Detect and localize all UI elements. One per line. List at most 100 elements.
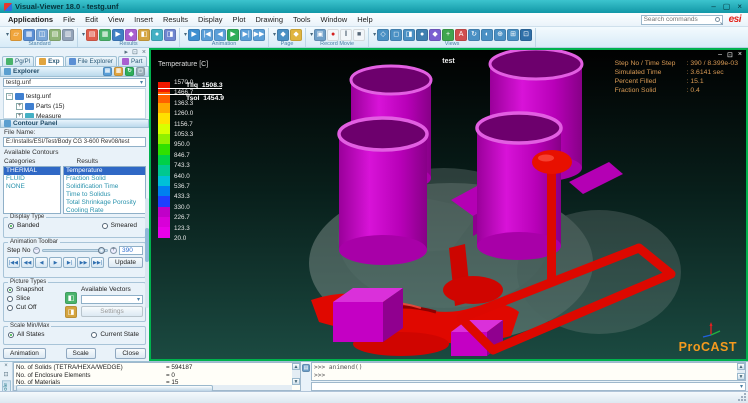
menu-item[interactable]: Results <box>158 15 193 24</box>
close-panel-button[interactable]: Close <box>115 348 146 359</box>
console-output[interactable]: No. of Solids (TETRA/HEXA/WEDGE)= 594187… <box>13 362 301 391</box>
update-button[interactable]: Update <box>108 257 143 268</box>
contour-icon[interactable]: ▤ <box>86 29 98 41</box>
category-item[interactable]: FLUID <box>4 175 60 183</box>
render-mode-icon[interactable]: ◆ <box>429 29 441 41</box>
xy-plot-icon[interactable]: ◨ <box>164 29 176 41</box>
viewport-minimize-icon[interactable]: – <box>718 51 722 59</box>
orbit-view-icon[interactable]: ◐ <box>481 29 493 41</box>
menu-item[interactable]: File <box>58 15 80 24</box>
menu-item[interactable]: Plot <box>228 15 251 24</box>
radio-icon[interactable] <box>102 223 108 229</box>
last-frame-icon[interactable]: ▶▶ <box>253 29 265 41</box>
group-overflow-icon[interactable]: ▾ <box>272 31 276 38</box>
vector-plot-icon[interactable]: ▶ <box>112 29 124 41</box>
axes-icon[interactable]: + <box>442 29 454 41</box>
result-item[interactable]: Temperature <box>64 167 145 175</box>
picture-type-option[interactable]: Cut Off <box>7 304 61 311</box>
refresh-icon[interactable]: ↻ <box>125 67 134 76</box>
radio-icon[interactable] <box>7 305 13 311</box>
animation-panel-icon[interactable]: ▶ <box>188 29 200 41</box>
annotation-icon[interactable]: A <box>455 29 467 41</box>
chevron-down-icon[interactable]: ▾ <box>140 79 143 86</box>
slice-tool-icon[interactable]: ◧ <box>65 292 77 304</box>
radio-icon[interactable] <box>91 332 97 338</box>
model-file-combobox[interactable]: testg.unf ▾ <box>3 78 146 87</box>
viewport-close-icon[interactable]: × <box>738 51 742 59</box>
viewport-restore-icon[interactable]: ⊡ <box>727 51 733 59</box>
tree-item-root[interactable]: − testg.unf <box>6 91 143 101</box>
console-close-icon[interactable]: × <box>4 363 8 369</box>
radio-icon[interactable] <box>8 223 14 229</box>
side-view-icon[interactable]: ◨ <box>403 29 415 41</box>
radio-icon[interactable] <box>7 287 13 293</box>
sort-icon[interactable]: ▥ <box>114 67 123 76</box>
category-item[interactable]: NONE <box>4 183 60 191</box>
menu-item[interactable]: Window <box>316 15 353 24</box>
prev-frame-icon[interactable]: ◀ <box>214 29 226 41</box>
panel-tab[interactable]: Exp <box>35 56 64 66</box>
playback-button[interactable]: ◀ <box>35 257 48 268</box>
scale-option[interactable]: All States <box>8 331 44 338</box>
notes-icon[interactable]: ◻ <box>136 67 145 76</box>
result-item[interactable]: Time to Solidus <box>64 191 145 199</box>
chevron-down-icon[interactable]: ▾ <box>738 383 745 390</box>
menu-item[interactable]: Edit <box>80 15 103 24</box>
dock-pin-icon[interactable]: ▸ <box>125 48 129 56</box>
expand-icon[interactable]: + <box>16 103 23 110</box>
file-name-field[interactable]: E:/Installs/ESI/Test/Body CG 3-600 Rev08… <box>3 137 146 147</box>
resize-grip[interactable] <box>738 393 746 401</box>
next-frame-icon[interactable]: ▶| <box>240 29 252 41</box>
rotate-view-icon[interactable]: ↻ <box>468 29 480 41</box>
slider-thumb[interactable] <box>98 247 105 254</box>
group-overflow-icon[interactable]: ▾ <box>183 31 187 38</box>
search-input[interactable] <box>644 16 715 23</box>
playback-button[interactable]: |◀◀ <box>7 257 20 268</box>
step-value-field[interactable] <box>119 246 143 255</box>
cutoff-tool-icon[interactable]: ◨ <box>65 306 77 318</box>
playback-button[interactable]: ▶| <box>63 257 76 268</box>
prev-page-icon[interactable]: ◆ <box>277 29 289 41</box>
collapse-icon[interactable]: − <box>6 93 13 100</box>
minimize-button[interactable]: – <box>711 2 715 11</box>
console-float-icon[interactable]: ⊡ <box>3 371 8 378</box>
playback-button[interactable]: ▶▶ <box>77 257 90 268</box>
display-type-option[interactable]: Banded <box>8 222 39 229</box>
stop-icon[interactable]: ■ <box>353 29 365 41</box>
iso-view-icon[interactable]: ◇ <box>377 29 389 41</box>
scale-option[interactable]: Current State <box>91 331 139 338</box>
display-type-option[interactable]: Smeared <box>102 222 137 229</box>
result-item[interactable]: Fraction Solid <box>64 175 145 183</box>
dock-close-icon[interactable]: × <box>142 49 146 56</box>
first-frame-icon[interactable]: |◀ <box>201 29 213 41</box>
perspective-icon[interactable]: ● <box>416 29 428 41</box>
console-vertical-scrollbar[interactable]: ▲▼ <box>292 363 300 385</box>
fit-view-icon[interactable]: ⊡ <box>520 29 532 41</box>
group-overflow-icon[interactable]: ▾ <box>309 31 313 38</box>
console-horizontal-scrollbar[interactable] <box>14 385 292 390</box>
group-overflow-icon[interactable]: ▾ <box>81 31 85 38</box>
result-item[interactable]: Cooling Rate <box>64 207 145 214</box>
menu-item[interactable]: Tools <box>288 15 316 24</box>
step-increment-icon[interactable]: + <box>110 247 117 254</box>
python-shell-output[interactable]: >>> animend()>>> ▲▼ <box>311 362 746 381</box>
tree-item-parts[interactable]: + Parts (15) <box>6 101 143 111</box>
vectors-combobox[interactable]: ▾ <box>81 295 143 304</box>
copy-icon[interactable]: ◫ <box>36 29 48 41</box>
step-decrement-icon[interactable]: − <box>33 247 40 254</box>
play-icon[interactable]: ▶ <box>227 29 239 41</box>
zoom-window-icon[interactable]: ⊞ <box>507 29 519 41</box>
probe-icon[interactable]: ● <box>151 29 163 41</box>
search-commands-box[interactable] <box>641 15 723 25</box>
settings-button[interactable]: Settings <box>81 306 143 317</box>
group-overflow-icon[interactable]: ▾ <box>372 31 376 38</box>
iso-surface-icon[interactable]: ◆ <box>125 29 137 41</box>
shell-command-input[interactable] <box>312 383 738 390</box>
radio-icon[interactable] <box>7 296 13 302</box>
radio-icon[interactable] <box>8 332 14 338</box>
open-file-icon[interactable]: ▱ <box>10 29 22 41</box>
picture-type-option[interactable]: Slice <box>7 295 61 302</box>
paste-icon[interactable]: ▤ <box>49 29 61 41</box>
tree-filter-icon[interactable]: ▤ <box>103 67 112 76</box>
menu-item[interactable]: Insert <box>129 15 158 24</box>
